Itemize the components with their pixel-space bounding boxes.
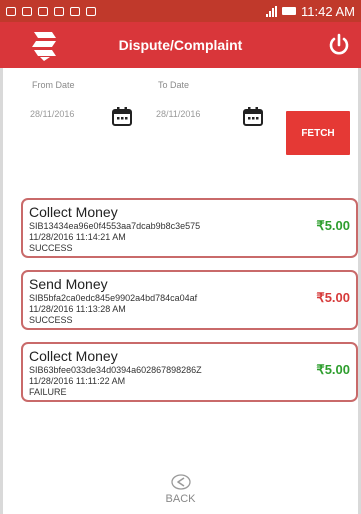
date-filter: From Date 28/11/2016 To Date 28/11/2016 …	[0, 68, 361, 188]
battery-icon	[282, 7, 297, 15]
status-time: 11:42 AM	[301, 3, 355, 19]
transaction-amount: ₹5.00	[316, 218, 350, 233]
calendar-icon[interactable]	[112, 106, 132, 126]
fetch-button[interactable]: FETCH	[286, 111, 350, 155]
back-button[interactable]: BACK	[0, 466, 361, 514]
notification-icon	[86, 6, 96, 16]
status-bar: 11:42 AM	[0, 0, 361, 22]
calendar-icon[interactable]	[243, 106, 263, 126]
transaction-amount: ₹5.00	[316, 362, 350, 377]
transaction-type: Send Money	[29, 276, 108, 292]
notification-icon	[6, 6, 16, 16]
transaction-ref: SIB63bfee033de34d0394a602867898286Z	[29, 365, 202, 375]
transaction-status: SUCCESS	[29, 315, 73, 325]
back-icon	[171, 474, 191, 490]
notification-icons	[6, 6, 96, 16]
transaction-card[interactable]: Collect Money SIB13434ea96e0f4553aa7dcab…	[21, 198, 358, 258]
transaction-type: Collect Money	[29, 204, 118, 220]
to-date-field[interactable]: 28/11/2016	[156, 109, 200, 119]
to-date-label: To Date	[158, 80, 190, 90]
transaction-card[interactable]: Send Money SIB5bfa2ca0edc845e9902a4bd784…	[21, 270, 358, 330]
from-date-label: From Date	[32, 80, 75, 90]
transaction-timestamp: 11/28/2016 11:13:28 AM	[29, 304, 126, 314]
transaction-card[interactable]: Collect Money SIB63bfee033de34d0394a6028…	[21, 342, 358, 402]
notification-icon	[38, 6, 48, 16]
from-date-field[interactable]: 28/11/2016	[30, 109, 74, 119]
power-icon[interactable]	[327, 33, 351, 57]
page-title: Dispute/Complaint	[118, 37, 243, 53]
transaction-type: Collect Money	[29, 348, 118, 364]
signal-icon	[266, 5, 278, 17]
transaction-status: SUCCESS	[29, 243, 73, 253]
app-header: Dispute/Complaint	[0, 22, 361, 68]
transaction-status: FAILURE	[29, 387, 67, 397]
notification-icon	[54, 6, 64, 16]
transaction-timestamp: 11/28/2016 11:11:22 AM	[29, 376, 126, 386]
transaction-amount: ₹5.00	[316, 290, 350, 305]
notification-icon	[22, 6, 32, 16]
transaction-ref: SIB5bfa2ca0edc845e9902a4bd784ca04af	[29, 293, 198, 303]
back-label: BACK	[165, 493, 196, 505]
notification-icon	[70, 6, 80, 16]
transaction-timestamp: 11/28/2016 11:14:21 AM	[29, 232, 126, 242]
transaction-ref: SIB13434ea96e0f4553aa7dcab9b8c3e575	[29, 221, 201, 231]
